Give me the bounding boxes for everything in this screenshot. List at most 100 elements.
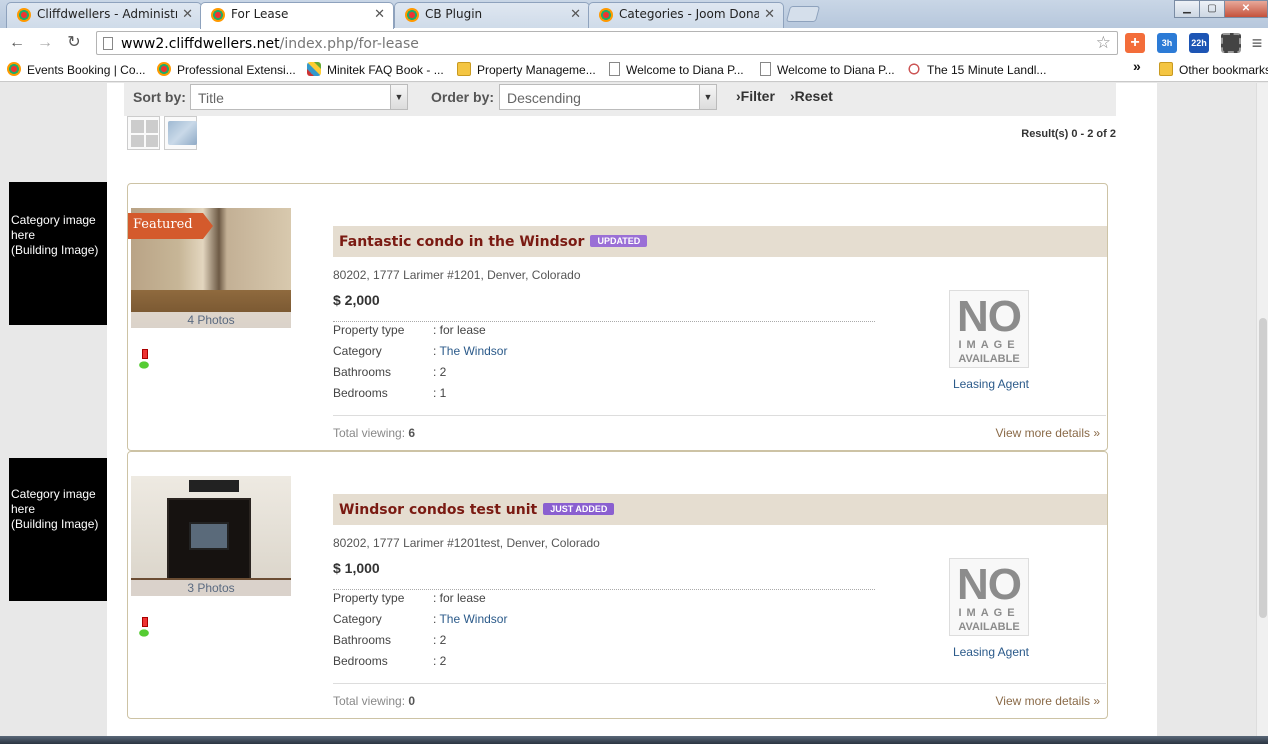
detail-value: : for lease (433, 323, 486, 337)
just-added-badge: JUST ADDED (543, 503, 615, 515)
category-image-subtext: (Building Image) (11, 243, 99, 257)
tab-for-lease[interactable]: For Lease ✕ (200, 2, 394, 29)
screenshot-extension-icon[interactable] (1221, 33, 1241, 53)
detail-value: : for lease (433, 591, 486, 605)
photo-count[interactable]: 3 Photos (131, 580, 291, 596)
browser-toolbar: ← → ↻ www2.cliffdwellers.net/index.php/f… (0, 28, 1268, 58)
detail-value: : 2 (433, 654, 447, 668)
listing-address: 80202, 1777 Larimer #1201test, Denver, C… (333, 536, 600, 550)
page-viewport: Category image here (Building Image) Cat… (0, 83, 1268, 744)
minimize-icon[interactable]: ▁ (1174, 0, 1200, 18)
bookmarks-overflow-chevron-icon[interactable]: » (1133, 58, 1141, 74)
bookmark-property-management[interactable]: Property Manageme... (457, 62, 596, 77)
tab-cliffdwellers-admin[interactable]: Cliffdwellers - Administrat ✕ (6, 2, 202, 28)
close-tab-icon[interactable]: ✕ (182, 6, 193, 22)
sort-by-select[interactable]: Title ▼ (190, 84, 408, 110)
category-image-subtext: (Building Image) (11, 517, 99, 531)
detail-key: Bathrooms (333, 365, 392, 379)
total-viewing: Total viewing: 0 (333, 694, 415, 708)
category-image-text: Category image here (11, 213, 96, 242)
grid-icon (131, 120, 158, 147)
detail-key: Bedrooms (333, 386, 388, 400)
order-by-label: Order by: (431, 89, 495, 105)
maximize-icon[interactable]: ▢ (1199, 0, 1225, 18)
map-view-button[interactable] (164, 116, 197, 150)
joomla-icon (7, 62, 21, 76)
window-controls: ▁ ▢ ✕ (1174, 0, 1268, 20)
close-tab-icon[interactable]: ✕ (570, 6, 581, 22)
world-map-icon (168, 121, 197, 145)
listing-title[interactable]: Windsor condos test unit JUST ADDED (339, 502, 615, 518)
listing-price: $ 1,000 (333, 560, 380, 576)
category-link[interactable]: The Windsor (439, 344, 507, 358)
category-link[interactable]: The Windsor (439, 612, 507, 626)
map-marker-icon[interactable] (136, 349, 154, 373)
order-by-select[interactable]: Descending ▼ (499, 84, 717, 110)
property-card: 4 Photos Featured Fantastic condo in the… (127, 183, 1108, 451)
joomla-favicon-icon (211, 8, 225, 22)
grid-view-button[interactable] (127, 116, 160, 150)
viewing-label: Total viewing: (333, 694, 406, 708)
detail-value: : 1 (433, 386, 447, 400)
calendar-extension-icon[interactable]: 3h (1157, 33, 1177, 53)
divider (333, 415, 1106, 416)
close-window-icon[interactable]: ✕ (1224, 0, 1268, 18)
bookmark-label: The 15 Minute Landl... (927, 63, 1047, 77)
no-image-big: NO (957, 292, 1022, 341)
tab-categories[interactable]: Categories - Joom Donati ✕ (588, 2, 784, 28)
address-bar[interactable]: www2.cliffdwellers.net/index.php/for-lea… (96, 31, 1118, 55)
tab-cb-plugin[interactable]: CB Plugin ✕ (394, 2, 590, 28)
detail-key: Bathrooms (333, 633, 392, 647)
results-count: Result(s) 0 - 2 of 2 (1021, 128, 1116, 140)
listing-title-text[interactable]: Fantastic condo in the Windsor (339, 234, 584, 250)
category-image-placeholder: Category image here (Building Image) (9, 458, 121, 601)
menu-icon[interactable]: ≡ (1246, 33, 1268, 53)
leasing-agent-link[interactable]: Leasing Agent (933, 645, 1049, 659)
add-extension-icon[interactable]: + (1125, 33, 1145, 53)
other-bookmarks[interactable]: Other bookmarks (1159, 62, 1268, 77)
detail-key: Category (333, 344, 382, 358)
view-more-details-link[interactable]: View more details » (996, 694, 1101, 708)
listing-title-text[interactable]: Windsor condos test unit (339, 502, 537, 518)
new-tab-button[interactable] (785, 6, 821, 22)
reset-button[interactable]: ›Reset (790, 88, 833, 104)
bookmark-welcome-diana-1[interactable]: Welcome to Diana P... (609, 62, 744, 77)
filter-button[interactable]: ›Filter (736, 88, 775, 104)
listing-price: $ 2,000 (333, 292, 380, 308)
url-host: www2.cliffdwellers.net (121, 36, 280, 52)
reload-icon[interactable]: ↻ (63, 33, 85, 53)
os-taskbar (0, 736, 1268, 744)
folder-icon (1159, 62, 1173, 76)
no-image-mid: IMAGE (958, 607, 1020, 619)
property-thumbnail[interactable]: 3 Photos (131, 476, 291, 596)
filter-bar: Sort by: Title ▼ Order by: Descending ▼ … (124, 83, 1116, 116)
close-tab-icon[interactable]: ✕ (764, 6, 775, 22)
close-tab-icon[interactable]: ✕ (374, 6, 385, 22)
scrollbar-thumb[interactable] (1259, 318, 1267, 618)
folder-icon (457, 62, 471, 76)
page-icon (760, 62, 771, 76)
forward-arrow-icon[interactable]: → (34, 33, 56, 53)
leasing-agent-link[interactable]: Leasing Agent (933, 377, 1049, 391)
bookmark-minitek-faq[interactable]: Minitek FAQ Book - ... (307, 62, 444, 77)
bookmark-events-booking[interactable]: Events Booking | Co... (7, 62, 146, 77)
url-text: www2.cliffdwellers.net/index.php/for-lea… (121, 36, 419, 52)
bookmark-star-icon[interactable]: ☆ (1096, 33, 1111, 53)
view-more-details-link[interactable]: View more details » (996, 426, 1101, 440)
divider (333, 683, 1106, 684)
map-marker-icon[interactable] (136, 617, 154, 641)
dropdown-arrow-icon: ▼ (390, 85, 407, 109)
timer-extension-icon[interactable]: 22h (1189, 33, 1209, 53)
no-image-available[interactable]: NO IMAGE AVAILABLE (949, 290, 1029, 368)
listing-title-bar: Windsor condos test unit JUST ADDED (333, 494, 1107, 525)
joomla-favicon-icon (599, 8, 613, 22)
photo-count[interactable]: 4 Photos (131, 312, 291, 328)
bookmark-15-minute-landlord[interactable]: The 15 Minute Landl... (907, 62, 1046, 77)
divider (333, 321, 875, 322)
vertical-scrollbar[interactable] (1256, 83, 1268, 744)
bookmark-welcome-diana-2[interactable]: Welcome to Diana P... (760, 62, 895, 77)
no-image-available[interactable]: NO IMAGE AVAILABLE (949, 558, 1029, 636)
back-arrow-icon[interactable]: ← (6, 33, 28, 53)
bookmark-professional-extensions[interactable]: Professional Extensi... (157, 62, 296, 77)
listing-title[interactable]: Fantastic condo in the Windsor UPDATED (339, 234, 648, 250)
